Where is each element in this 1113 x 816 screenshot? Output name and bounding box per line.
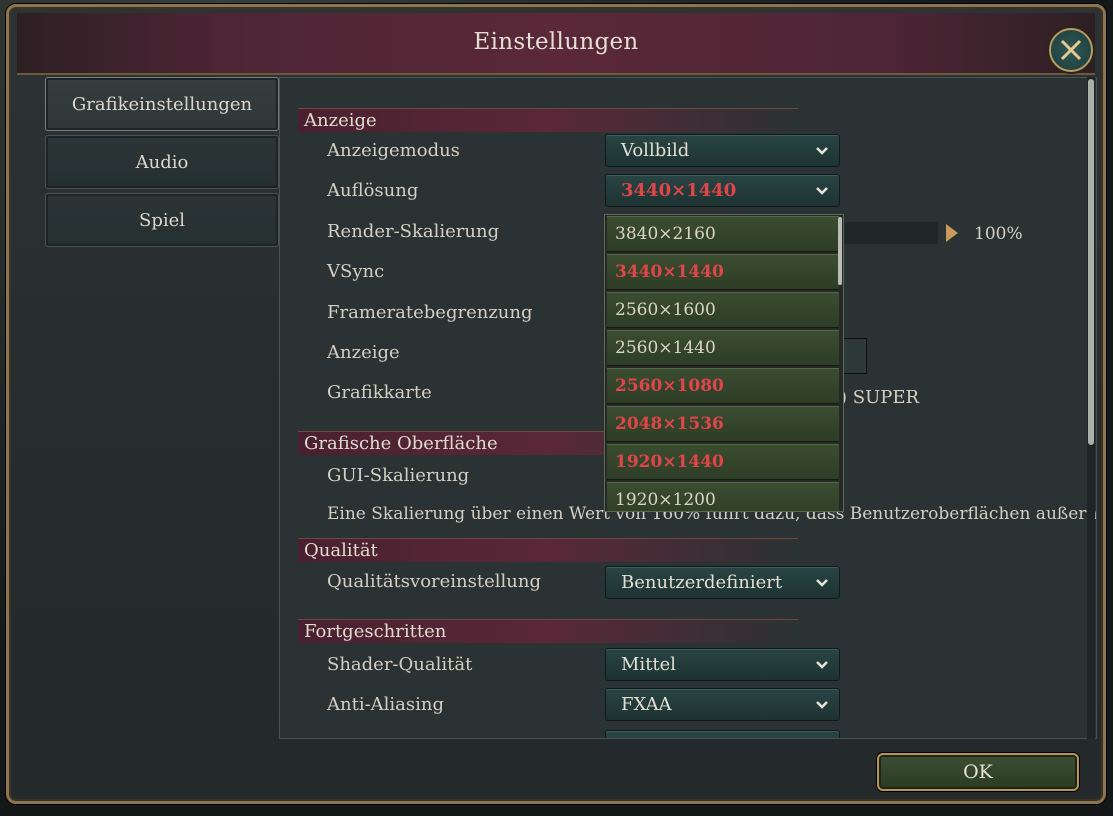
anzeigemodus-dropdown[interactable]: Vollbild xyxy=(605,134,840,167)
label-anti-aliasing: Anti-Aliasing xyxy=(327,694,445,715)
next-setting-dropdown[interactable] xyxy=(605,730,840,738)
label-anzeige: Anzeige xyxy=(327,342,400,363)
ok-button[interactable]: OK xyxy=(877,753,1079,791)
chevron-down-icon xyxy=(816,187,828,195)
panel-scrollbar-thumb[interactable] xyxy=(1088,79,1094,445)
aufloesung-dropdown[interactable]: 3440×1440 xyxy=(605,174,840,207)
label-anzeigemodus: Anzeigemodus xyxy=(327,140,460,161)
grafikkarte-value: ) SUPER xyxy=(840,387,920,408)
tab-spiel[interactable]: Spiel xyxy=(45,193,279,247)
option-3440x1440[interactable]: 3440×1440 xyxy=(607,254,839,290)
chevron-down-icon xyxy=(816,661,828,669)
label-vsync: VSync xyxy=(327,261,385,282)
chevron-down-icon xyxy=(816,147,828,155)
title-bar: Einstellungen xyxy=(17,13,1095,75)
option-2560x1080[interactable]: 2560×1080 xyxy=(607,368,839,404)
tab-grafikeinstellungen[interactable]: Grafikeinstellungen xyxy=(45,77,279,131)
option-2560x1600[interactable]: 2560×1600 xyxy=(607,292,839,328)
label-qualitaetsvoreinstellung: Qualitätsvoreinstellung xyxy=(327,571,541,592)
anzeige-dropdown-edge[interactable] xyxy=(840,338,867,374)
slider-increase-arrow-icon[interactable] xyxy=(946,224,958,242)
anti-aliasing-value: FXAA xyxy=(621,694,672,715)
option-1920x1200[interactable]: 1920×1200 xyxy=(607,482,839,511)
anti-aliasing-dropdown[interactable]: FXAA xyxy=(605,688,840,721)
option-3840x2160[interactable]: 3840×2160 xyxy=(607,216,839,252)
close-icon xyxy=(1060,39,1082,61)
section-qualitaet: Qualität xyxy=(298,538,798,562)
option-2560x1440[interactable]: 2560×1440 xyxy=(607,330,839,366)
chevron-down-icon xyxy=(816,701,828,709)
aufloesung-options-list[interactable]: 3840×2160 3440×1440 2560×1600 2560×1440 … xyxy=(604,214,844,512)
label-render-skalierung: Render-Skalierung xyxy=(327,221,500,242)
section-anzeige: Anzeige xyxy=(298,108,798,132)
tab-audio[interactable]: Audio xyxy=(45,135,279,189)
label-gui-skalierung: GUI-Skalierung xyxy=(327,465,470,486)
settings-dialog: Einstellungen Grafikeinstellungen Audio … xyxy=(6,4,1106,804)
shader-qualitaet-value: Mittel xyxy=(621,654,677,675)
render-skalierung-value: 100% xyxy=(974,224,1023,244)
qualitaetsvoreinstellung-dropdown[interactable]: Benutzerdefiniert xyxy=(605,566,840,599)
settings-tabs: Grafikeinstellungen Audio Spiel xyxy=(45,77,279,251)
shader-qualitaet-dropdown[interactable]: Mittel xyxy=(605,648,840,681)
label-aufloesung: Auflösung xyxy=(327,180,419,201)
render-skalierung-slider[interactable] xyxy=(840,222,938,244)
aufloesung-value: 3440×1440 xyxy=(621,180,737,201)
option-1920x1440[interactable]: 1920×1440 xyxy=(607,444,839,480)
label-grafikkarte: Grafikkarte xyxy=(327,382,432,403)
dialog-title: Einstellungen xyxy=(473,29,639,55)
label-framerate: Frameratebegrenzung xyxy=(327,302,533,323)
close-button[interactable] xyxy=(1049,28,1093,72)
settings-panel[interactable]: Anzeige Anzeigemodus Vollbild Auflösung … xyxy=(279,77,1097,739)
label-shader-qualitaet: Shader-Qualität xyxy=(327,654,473,675)
section-fortgeschritten: Fortgeschritten xyxy=(298,619,798,643)
chevron-down-icon xyxy=(816,579,828,587)
qualitaetsvoreinstellung-value: Benutzerdefiniert xyxy=(621,572,783,593)
option-2048x1536[interactable]: 2048×1536 xyxy=(607,406,839,442)
options-scrollbar[interactable] xyxy=(838,217,842,285)
anzeigemodus-value: Vollbild xyxy=(621,140,690,161)
